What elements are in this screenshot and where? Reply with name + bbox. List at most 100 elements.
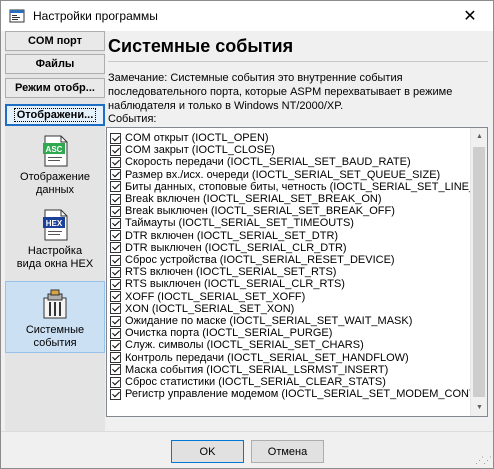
- event-label: Break включен (IOCTL_SERIAL_SET_BREAK_ON…: [125, 193, 382, 205]
- tab-label: Отображени...: [13, 108, 97, 122]
- event-checkbox[interactable]: [110, 291, 121, 303]
- event-label: Сброс устройства (IOCTL_SERIAL_RESET_DEV…: [125, 254, 395, 266]
- note-text: Замечание: Системные события это внутрен…: [108, 72, 453, 112]
- scrollbar-thumb[interactable]: [473, 147, 485, 397]
- event-checkbox[interactable]: [110, 205, 121, 217]
- close-button[interactable]: ✕: [447, 1, 493, 31]
- event-checkbox[interactable]: [110, 303, 121, 315]
- event-checkbox[interactable]: [110, 339, 121, 351]
- event-checkbox[interactable]: [110, 254, 121, 266]
- nav-label-line: вида окна HEX: [16, 258, 94, 270]
- event-checkbox[interactable]: [110, 388, 121, 400]
- nav-label-line: Настройка: [27, 245, 83, 257]
- event-checkbox[interactable]: [110, 352, 121, 364]
- events-label: События:: [108, 113, 157, 125]
- event-checkbox[interactable]: [110, 156, 121, 168]
- hex-badge: HEX: [46, 219, 63, 228]
- event-checkbox[interactable]: [110, 181, 121, 193]
- event-row[interactable]: Контроль передачи (IOCTL_SERIAL_SET_HAND…: [110, 352, 409, 364]
- event-checkbox[interactable]: [110, 132, 121, 144]
- scroll-down-icon[interactable]: ▼: [471, 399, 487, 416]
- tab-display[interactable]: Отображени...: [5, 104, 105, 126]
- events-listbox[interactable]: COM открыт (IOCTL_OPEN) COM закрыт (IOCTL…: [106, 127, 488, 417]
- vertical-scrollbar[interactable]: ▲ ▼: [470, 128, 487, 416]
- tab-display-mode[interactable]: Режим отобр...: [5, 78, 105, 98]
- event-label: Служ. символы (IOCTL_SERIAL_SET_CHARS): [125, 339, 364, 352]
- event-row[interactable]: COM закрыт (IOCTL_CLOSE): [110, 144, 275, 156]
- left-panel: COM порт Файлы Режим отобр... Отображени…: [5, 31, 105, 431]
- ok-button[interactable]: OK: [171, 440, 244, 463]
- event-row[interactable]: XOFF (IOCTL_SERIAL_SET_XOFF): [110, 291, 305, 303]
- event-row[interactable]: Break включен (IOCTL_SERIAL_SET_BREAK_ON…: [110, 193, 381, 205]
- event-label: Биты данных, стоповые биты, четность (IO…: [125, 180, 484, 193]
- event-label: RTS включен (IOCTL_SERIAL_SET_RTS): [125, 266, 337, 279]
- event-checkbox[interactable]: [110, 266, 121, 278]
- event-row[interactable]: Служ. символы (IOCTL_SERIAL_SET_CHARS): [110, 339, 364, 351]
- event-row[interactable]: RTS выключен (IOCTL_SERIAL_CLR_RTS): [110, 278, 345, 290]
- event-label: Таймауты (IOCTL_SERIAL_SET_TIMEOUTS): [125, 217, 354, 230]
- cancel-button[interactable]: Отмена: [251, 440, 324, 463]
- event-row[interactable]: Размер вх./исх. очереди (IOCTL_SERIAL_SE…: [110, 169, 440, 181]
- resize-grip-icon[interactable]: ⋰⋰: [475, 455, 492, 466]
- event-checkbox[interactable]: [110, 242, 121, 254]
- event-row[interactable]: COM открыт (IOCTL_OPEN): [110, 132, 269, 144]
- event-checkbox[interactable]: [110, 217, 121, 229]
- tab-label: COM порт: [27, 35, 83, 47]
- event-label: Break выключен (IOCTL_SERIAL_SET_BREAK_O…: [125, 205, 395, 218]
- nav-label-line: события: [33, 337, 77, 349]
- event-label: RTS выключен (IOCTL_SERIAL_CLR_RTS): [125, 278, 345, 291]
- event-checkbox[interactable]: [110, 278, 121, 290]
- event-row[interactable]: Биты данных, стоповые биты, четность (IO…: [110, 181, 483, 193]
- system-events-icon: [43, 289, 67, 319]
- event-label: DTR выключен (IOCTL_SERIAL_CLR_DTR): [125, 241, 347, 254]
- event-row[interactable]: XON (IOCTL_SERIAL_SET_XON): [110, 303, 294, 315]
- event-row[interactable]: DTR включен (IOCTL_SERIAL_SET_DTR): [110, 230, 338, 242]
- tab-label: Файлы: [35, 58, 75, 70]
- event-checkbox[interactable]: [110, 327, 121, 339]
- app-icon: [9, 9, 25, 23]
- event-label: COM открыт (IOCTL_OPEN): [125, 132, 269, 144]
- event-row[interactable]: Сброс статистики (IOCTL_SERIAL_CLEAR_STA…: [110, 376, 386, 388]
- event-label: XOFF (IOCTL_SERIAL_SET_XOFF): [125, 290, 306, 303]
- nav-item-system-events[interactable]: Системные события: [5, 281, 105, 353]
- title-divider: [108, 61, 488, 62]
- asc-badge: ASC: [46, 145, 63, 154]
- event-label: Размер вх./исх. очереди (IOCTL_SERIAL_SE…: [125, 168, 441, 181]
- event-label: Маска события (IOCTL_SERIAL_LSRMST_INSER…: [125, 363, 389, 376]
- event-label: Ожидание по маске (IOCTL_SERIAL_SET_WAIT…: [125, 315, 413, 327]
- event-row[interactable]: Таймауты (IOCTL_SERIAL_SET_TIMEOUTS): [110, 217, 354, 229]
- scroll-up-icon[interactable]: ▲: [471, 128, 487, 145]
- event-checkbox[interactable]: [110, 169, 121, 181]
- event-row[interactable]: Сброс устройства (IOCTL_SERIAL_RESET_DEV…: [110, 254, 395, 266]
- event-label: Очистка порта (IOCTL_SERIAL_PURGE): [125, 327, 333, 340]
- event-row[interactable]: Скорость передачи (IOCTL_SERIAL_SET_BAUD…: [110, 156, 411, 168]
- event-checkbox[interactable]: [110, 315, 121, 327]
- event-row[interactable]: RTS включен (IOCTL_SERIAL_SET_RTS): [110, 266, 336, 278]
- event-checkbox[interactable]: [110, 193, 121, 205]
- nav-label-line: Системные: [25, 324, 85, 336]
- nav-label-line: Отображение: [20, 171, 90, 183]
- tab-files[interactable]: Файлы: [5, 54, 105, 74]
- event-checkbox[interactable]: [110, 364, 121, 376]
- nav-label-line: данных: [35, 184, 75, 196]
- asc-icon: ASC: [43, 135, 68, 167]
- event-checkbox[interactable]: [110, 230, 121, 242]
- page-title: Системные события: [108, 36, 294, 56]
- event-row[interactable]: Очистка порта (IOCTL_SERIAL_PURGE): [110, 327, 332, 339]
- event-label: Скорость передачи (IOCTL_SERIAL_SET_BAUD…: [125, 156, 411, 169]
- event-label: Регистр управление модемом (IOCTL_SERIAL…: [125, 388, 476, 401]
- tab-label: Режим отобр...: [15, 82, 95, 94]
- event-label: Сброс статистики (IOCTL_SERIAL_CLEAR_STA…: [125, 376, 386, 388]
- event-row[interactable]: DTR выключен (IOCTL_SERIAL_CLR_DTR): [110, 242, 347, 254]
- event-row[interactable]: Маска события (IOCTL_SERIAL_LSRMST_INSER…: [110, 364, 388, 376]
- window-title: Настройки программы: [33, 9, 158, 23]
- event-row[interactable]: Регистр управление модемом (IOCTL_SERIAL…: [110, 388, 476, 400]
- event-checkbox[interactable]: [110, 144, 121, 156]
- event-label: XON (IOCTL_SERIAL_SET_XON): [125, 302, 295, 315]
- event-checkbox[interactable]: [110, 376, 121, 388]
- tab-com-port[interactable]: COM порт: [5, 31, 105, 51]
- event-row[interactable]: Ожидание по маске (IOCTL_SERIAL_SET_WAIT…: [110, 315, 412, 327]
- event-row[interactable]: Break выключен (IOCTL_SERIAL_SET_BREAK_O…: [110, 205, 395, 217]
- nav-item-hex-view[interactable]: HEX Настройка вида окна HEX: [5, 209, 105, 273]
- nav-item-data-display[interactable]: ASC Отображение данных: [5, 135, 105, 199]
